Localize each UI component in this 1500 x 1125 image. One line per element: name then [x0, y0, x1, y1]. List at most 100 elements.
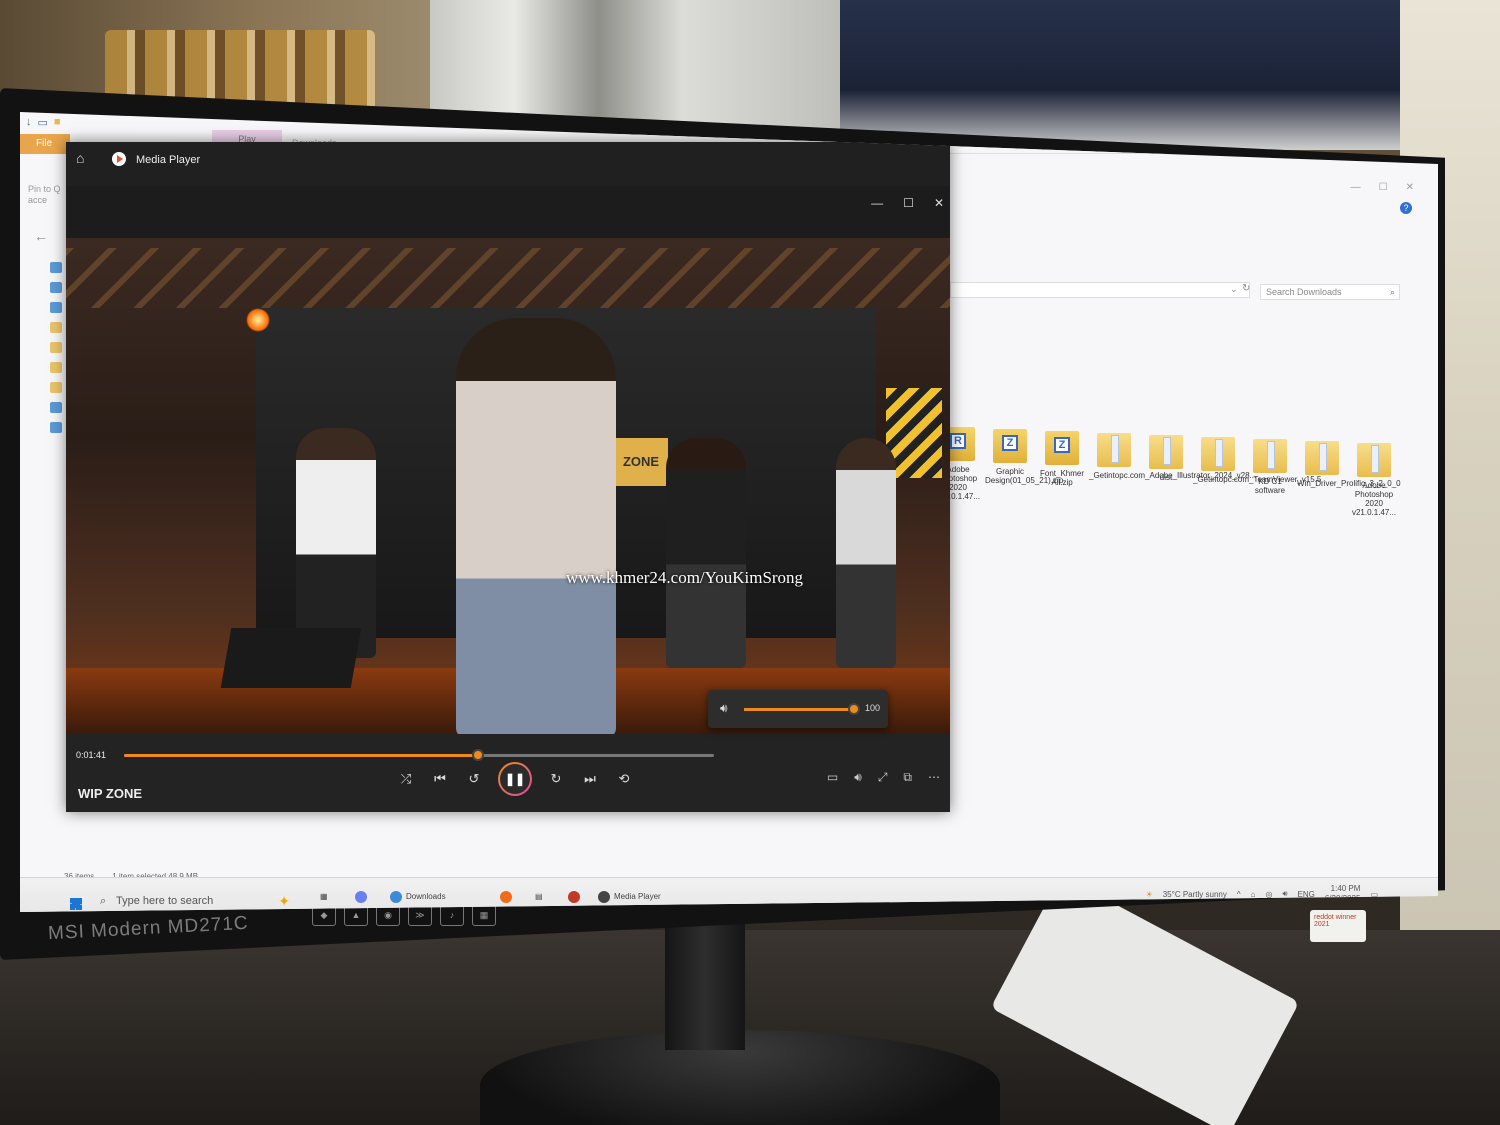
- calculator-icon[interactable]: ▤: [535, 888, 543, 906]
- network-icon[interactable]: ⌂: [1251, 890, 1256, 899]
- archive-letter: Z: [1054, 437, 1070, 453]
- file-item[interactable]: Adobe Photoshop 2020 v21.0.1.47...: [1349, 443, 1399, 517]
- file-item[interactable]: Win_Driver_Prolific_3_2_0_0: [1297, 441, 1401, 488]
- weather-text[interactable]: 35°C Partly sunny: [1163, 890, 1227, 899]
- volume-slider-fill: [744, 708, 854, 711]
- taskbar-search-placeholder: Type here to search: [116, 895, 214, 907]
- file-name: Win_Driver_Prolific_3_2_0_0: [1297, 479, 1401, 488]
- video-frame[interactable]: ZONE www.khmer24.com/YouKimSrong: [66, 238, 950, 734]
- media-player-title: Media Player: [136, 154, 201, 166]
- search-placeholder: Search Downloads: [1266, 287, 1342, 297]
- close-icon[interactable]: ✕: [1406, 182, 1414, 193]
- fullscreen-icon[interactable]: ⤢: [878, 770, 888, 785]
- tab-file[interactable]: File: [20, 134, 70, 154]
- volume-slider-thumb[interactable]: [848, 703, 860, 715]
- globe-icon[interactable]: ◎: [1265, 890, 1272, 899]
- keyboardist: [836, 438, 896, 668]
- file-name: _Getintopc.com_TeamViewer_v15.5: [1193, 475, 1322, 484]
- archive-letter: Z: [1002, 435, 1018, 451]
- task-view-icon[interactable]: ▦: [320, 888, 328, 906]
- minimize-icon[interactable]: —: [1351, 182, 1361, 193]
- this-pc-icon[interactable]: [50, 402, 62, 413]
- quick-access-toolbar: ↓ ▭ ■: [26, 116, 61, 129]
- media-player-titlebar: ⌂ Media Player: [66, 142, 950, 186]
- download-arrow-icon[interactable]: ↓: [26, 116, 32, 129]
- app-red-icon[interactable]: [568, 888, 584, 906]
- speaker-icon: ♪: [440, 904, 464, 926]
- desktop-icon[interactable]: [50, 282, 62, 293]
- forward-30-icon[interactable]: ↻: [546, 771, 566, 787]
- zip-icon: Z: [993, 429, 1027, 463]
- file-item[interactable]: _Getintopc.com_TeamViewer_v15.5: [1193, 437, 1322, 484]
- downloads-icon[interactable]: [50, 302, 62, 313]
- back-arrow-icon[interactable]: ←: [34, 228, 48, 244]
- language-indicator[interactable]: ENG: [1298, 890, 1315, 899]
- copilot-sparkle-icon: ✦: [278, 893, 290, 909]
- copilot-icon[interactable]: [355, 888, 371, 906]
- pin-to-quick-access[interactable]: Pin to Q acce: [28, 184, 61, 206]
- address-bar[interactable]: [950, 282, 1250, 298]
- elapsed-time: 0:01:41: [76, 750, 107, 760]
- folder-icon: [1305, 441, 1339, 475]
- folder-document: [1111, 435, 1119, 463]
- secondary-controls: ▭ 🔊︎ ⤢ ⧉ ⋯: [827, 770, 940, 785]
- file-name: _Getintopc.com_Adobe_Illustrator_2024_v2…: [1089, 471, 1257, 480]
- guitarist-2: [666, 438, 746, 668]
- volume-icon[interactable]: 🔊︎: [854, 770, 862, 785]
- pause-button[interactable]: ❚❚: [498, 762, 532, 796]
- search-icon: ⌕: [1389, 287, 1395, 297]
- quick-access-icon[interactable]: [50, 262, 62, 273]
- weather-icon[interactable]: ☀: [1146, 890, 1153, 899]
- file-name: Graphic Design(01_05_21).zip: [985, 467, 1064, 485]
- folder-icon[interactable]: ■: [54, 116, 61, 129]
- file-item[interactable]: Z Graphic Design(01_05_21).zip: [985, 429, 1064, 485]
- taskbar-media-player[interactable]: Media Player: [598, 888, 661, 906]
- seek-bar[interactable]: [124, 749, 714, 761]
- file-item[interactable]: dist: [1141, 435, 1191, 482]
- more-options-icon[interactable]: ⋯: [928, 770, 940, 785]
- seek-bar-thumb[interactable]: [472, 749, 484, 761]
- folder-document: [1267, 441, 1275, 469]
- previous-icon[interactable]: ⏮︎: [430, 771, 450, 787]
- file-name: Font_Khmer All.zip: [1039, 469, 1085, 487]
- repeat-off-icon[interactable]: ⟲: [614, 771, 634, 787]
- volume-icon[interactable]: 🔊︎: [1282, 889, 1287, 899]
- miniplayer-icon[interactable]: ⧉: [903, 770, 912, 785]
- shuffle-icon[interactable]: ⤮: [396, 771, 416, 787]
- volume-icon[interactable]: 🔊︎: [720, 701, 728, 716]
- maximize-icon[interactable]: ☐: [1379, 182, 1388, 193]
- minimize-icon[interactable]: —: [871, 196, 883, 210]
- next-icon[interactable]: ⏭︎: [580, 771, 600, 787]
- save-icon[interactable]: ▭: [38, 116, 48, 129]
- zone-sign: ZONE: [614, 438, 668, 486]
- home-icon[interactable]: ⌂: [76, 150, 84, 166]
- folder-icon[interactable]: [50, 382, 62, 393]
- folder-icon: [1357, 443, 1391, 477]
- windows-start-icon[interactable]: [70, 898, 82, 910]
- network-icon[interactable]: [50, 422, 62, 433]
- chevron-down-icon[interactable]: ⌄: [1230, 284, 1238, 295]
- qr-icon: ▦: [472, 904, 496, 926]
- subtitles-icon[interactable]: ▭: [827, 770, 838, 785]
- chevron-up-icon[interactable]: ^: [1237, 890, 1241, 899]
- folder-icon[interactable]: [50, 342, 62, 353]
- taskbar-search[interactable]: ⌕ Type here to search ✦: [98, 890, 298, 912]
- maximize-icon[interactable]: ☐: [903, 196, 914, 210]
- explorer-window-controls: — ☐ ✕: [1351, 182, 1414, 193]
- firefox-icon[interactable]: [500, 888, 516, 906]
- help-icon[interactable]: ?: [1400, 202, 1412, 214]
- file-item[interactable]: _Getintopc.com_Adobe_Illustrator_2024_v2…: [1089, 433, 1257, 480]
- folder-icon[interactable]: [50, 322, 62, 333]
- file-item[interactable]: Z Font_Khmer All.zip: [1037, 431, 1087, 487]
- award-sticker: reddot winner 2021: [1310, 910, 1366, 942]
- file-item[interactable]: KD C1 software: [1245, 439, 1295, 495]
- guitarist: [296, 428, 376, 658]
- taskbar-downloads[interactable]: Downloads: [390, 888, 446, 906]
- rewind-10-icon[interactable]: ↺: [464, 771, 484, 787]
- file-name: dist: [1159, 473, 1173, 482]
- search-downloads-input[interactable]: Search Downloads ⌕: [1260, 284, 1400, 300]
- volume-slider[interactable]: [744, 703, 860, 715]
- folder-icon[interactable]: [50, 362, 62, 373]
- refresh-icon[interactable]: ↻: [1242, 283, 1250, 294]
- close-icon[interactable]: ✕: [934, 196, 944, 210]
